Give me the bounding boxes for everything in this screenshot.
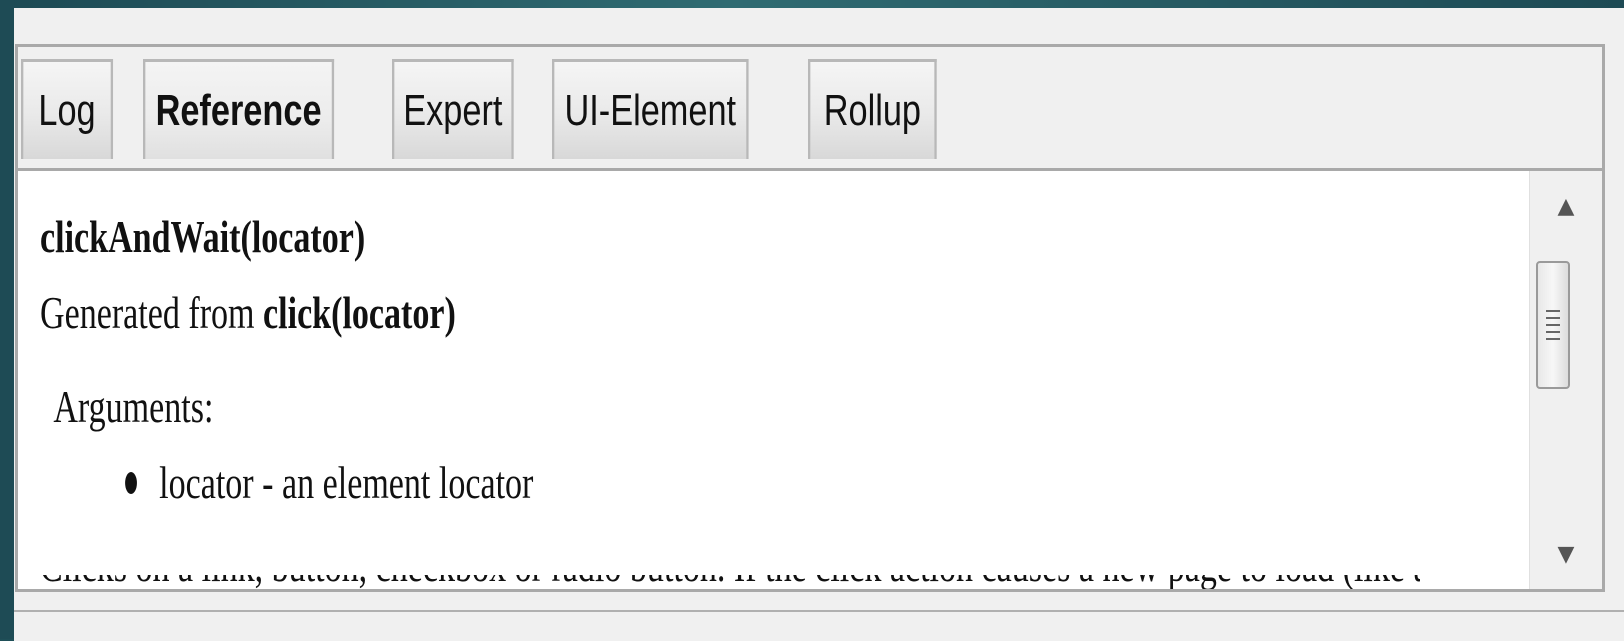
tab-expert[interactable]: Expert <box>392 59 514 159</box>
generated-from-line: Generated from click(locator) <box>40 275 533 351</box>
scroll-thumb[interactable] <box>1536 261 1570 389</box>
tab-log[interactable]: Log <box>21 59 114 159</box>
command-signature: clickAndWait(locator) <box>40 211 366 262</box>
grip-icon <box>1546 310 1560 340</box>
tab-rollup[interactable]: Rollup <box>808 59 937 159</box>
reference-content: clickAndWait(locator) Generated from cli… <box>18 171 1533 589</box>
scroll-down-arrow-icon[interactable]: ▼ <box>1530 519 1602 589</box>
tab-reference[interactable]: Reference <box>143 59 335 159</box>
description-cut-off: Clicks on a link, button, checkbox or ra… <box>40 575 1420 589</box>
description-text: Clicks on a link, button, checkbox or ra… <box>40 575 1420 589</box>
reference-panel: Log Reference Expert UI-Element Rollup c… <box>15 44 1605 592</box>
scroll-up-arrow-icon[interactable]: ▲ <box>1530 171 1602 241</box>
desktop-frame-top <box>0 0 1624 8</box>
selenium-ide-window: Log Reference Expert UI-Element Rollup c… <box>14 8 1624 641</box>
reference-text: clickAndWait(locator) Generated from cli… <box>40 199 533 521</box>
arguments-label: Arguments: <box>53 381 214 432</box>
desktop-frame-left <box>0 0 14 639</box>
vertical-scrollbar[interactable]: ▲ ▼ <box>1529 171 1602 589</box>
argument-text: locator - an element locator <box>159 457 534 508</box>
generated-command: click(locator) <box>263 287 456 338</box>
tab-strip: Log Reference Expert UI-Element Rollup <box>21 59 973 163</box>
bullet-icon <box>125 472 137 494</box>
argument-item: locator - an element locator <box>125 445 533 521</box>
status-bar <box>14 610 1624 641</box>
generated-prefix: Generated from <box>40 287 264 338</box>
tab-ui-element[interactable]: UI-Element <box>552 59 749 159</box>
